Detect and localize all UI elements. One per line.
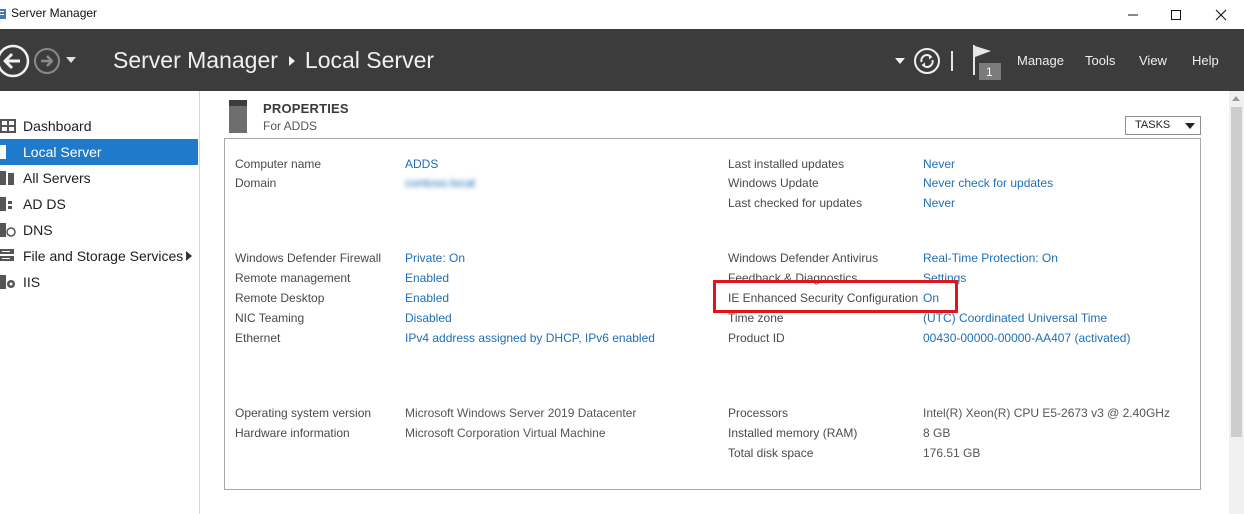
- close-icon: [1215, 9, 1227, 20]
- header-divider: [951, 51, 953, 71]
- menu-help[interactable]: Help: [1192, 53, 1219, 68]
- scrollbar-thumb[interactable]: [1231, 107, 1242, 437]
- sidebar-item-label: Local Server: [23, 144, 102, 160]
- scroll-up-icon[interactable]: [1232, 96, 1240, 101]
- minimize-button[interactable]: [1110, 0, 1156, 29]
- maximize-icon: [1171, 9, 1181, 20]
- breadcrumb-separator-icon: [288, 55, 295, 66]
- breadcrumb-current: Local Server: [304, 47, 435, 73]
- sidebar-item-label: Dashboard: [23, 118, 92, 134]
- local-server-icon: [0, 145, 6, 159]
- ethernet-label: Ethernet: [235, 331, 281, 345]
- hardware-label: Hardware information: [235, 426, 350, 440]
- domain-value[interactable]: contoso.local: [405, 176, 475, 190]
- os-version-label: Operating system version: [235, 406, 372, 420]
- dns-icon: [0, 223, 16, 237]
- firewall-value[interactable]: Private: On: [405, 251, 465, 265]
- remote-desktop-value[interactable]: Enabled: [405, 291, 449, 305]
- last-checked-value[interactable]: Never: [923, 196, 955, 210]
- menu-tools[interactable]: Tools: [1085, 53, 1115, 68]
- sidebar-item-ad-ds[interactable]: AD DS: [0, 191, 198, 217]
- sidebar-item-iis[interactable]: IIS: [0, 269, 198, 295]
- history-dropdown-icon[interactable]: [65, 56, 77, 64]
- sidebar-item-dns[interactable]: DNS: [0, 217, 198, 243]
- maximize-button[interactable]: [1153, 0, 1199, 29]
- domain-label: Domain: [235, 176, 277, 190]
- server-tower-icon: [229, 100, 247, 133]
- sidebar-item-local-server[interactable]: Local Server: [0, 139, 198, 165]
- firewall-label: Windows Defender Firewall: [235, 251, 382, 265]
- computer-name-value[interactable]: ADDS: [405, 157, 438, 171]
- properties-title: PROPERTIES: [263, 101, 349, 116]
- nic-teaming-label: NIC Teaming: [235, 311, 305, 325]
- forward-arrow-icon[interactable]: [33, 47, 61, 75]
- remote-desktop-label: Remote Desktop: [235, 291, 325, 305]
- nic-teaming-value[interactable]: Disabled: [405, 311, 452, 325]
- sidebar-item-label: File and Storage Services: [23, 248, 184, 264]
- dashboard-icon: [0, 119, 16, 133]
- minimize-icon: [1128, 14, 1138, 15]
- disk-space-value: 176.51 GB: [923, 446, 981, 460]
- properties-subtitle: For ADDS: [263, 119, 318, 133]
- disk-space-label: Total disk space: [728, 446, 814, 460]
- memory-label: Installed memory (RAM): [728, 426, 858, 440]
- sidebar: Dashboard Local Server All Servers AD DS…: [0, 91, 200, 514]
- highlight-box: [713, 280, 958, 313]
- menu-manage[interactable]: Manage: [1017, 53, 1064, 68]
- menu-view[interactable]: View: [1139, 53, 1167, 68]
- sidebar-item-file-storage[interactable]: File and Storage Services: [0, 243, 198, 269]
- back-arrow-icon[interactable]: [0, 44, 30, 78]
- ethernet-value[interactable]: IPv4 address assigned by DHCP, IPv6 enab…: [405, 331, 655, 345]
- hardware-value: Microsoft Corporation Virtual Machine: [405, 426, 606, 440]
- last-installed-updates-label: Last installed updates: [728, 157, 845, 171]
- refresh-dropdown-icon[interactable]: [895, 58, 905, 64]
- chevron-down-icon: [1185, 123, 1195, 129]
- breadcrumb-root[interactable]: Server Manager: [113, 47, 278, 74]
- ad-ds-icon: [0, 197, 12, 211]
- computer-name-label: Computer name: [235, 157, 322, 171]
- tasks-label: TASKS: [1135, 119, 1171, 131]
- notification-count: 1: [986, 65, 993, 79]
- all-servers-icon: [0, 171, 14, 185]
- processors-label: Processors: [728, 406, 789, 420]
- tasks-dropdown-button[interactable]: TASKS: [1125, 116, 1201, 135]
- expand-caret-icon[interactable]: [186, 251, 192, 261]
- sidebar-item-label: All Servers: [23, 170, 91, 186]
- refresh-icon[interactable]: [913, 47, 941, 75]
- window-title: Server Manager: [11, 6, 98, 20]
- product-id-label: Product ID: [728, 331, 785, 345]
- last-installed-updates-value[interactable]: Never: [923, 157, 955, 171]
- sidebar-item-label: AD DS: [23, 196, 66, 212]
- processors-value: Intel(R) Xeon(R) CPU E5-2673 v3 @ 2.40GH…: [923, 406, 1170, 420]
- notifications-flag-icon[interactable]: 1: [970, 43, 1004, 81]
- last-checked-label: Last checked for updates: [728, 196, 863, 210]
- time-zone-label: Time zone: [728, 311, 784, 325]
- memory-value: 8 GB: [923, 426, 951, 440]
- windows-update-value[interactable]: Never check for updates: [923, 176, 1053, 190]
- flag-icon: 1: [973, 45, 1001, 80]
- header-bar: Server Manager Local Server 1 Manage Too…: [0, 29, 1244, 91]
- product-id-value[interactable]: 00430-00000-00000-AA407 (activated): [923, 331, 1130, 345]
- close-button[interactable]: [1198, 0, 1244, 29]
- antivirus-value[interactable]: Real-Time Protection: On: [923, 251, 1058, 265]
- time-zone-value[interactable]: (UTC) Coordinated Universal Time: [923, 311, 1107, 325]
- sidebar-item-label: IIS: [23, 274, 41, 290]
- remote-management-label: Remote management: [235, 271, 351, 285]
- breadcrumb: Server Manager Local Server: [113, 47, 434, 74]
- vertical-scrollbar[interactable]: [1229, 91, 1244, 514]
- remote-management-value[interactable]: Enabled: [405, 271, 449, 285]
- iis-icon: [0, 275, 15, 289]
- sidebar-item-dashboard[interactable]: Dashboard: [0, 113, 198, 139]
- windows-update-label: Windows Update: [728, 176, 819, 190]
- antivirus-label: Windows Defender Antivirus: [728, 251, 879, 265]
- sidebar-item-label: DNS: [23, 222, 53, 238]
- title-bar: Server Manager: [0, 0, 1244, 29]
- os-version-value: Microsoft Windows Server 2019 Datacenter: [405, 406, 637, 420]
- server-manager-icon: [0, 9, 6, 19]
- sidebar-item-all-servers[interactable]: All Servers: [0, 165, 198, 191]
- storage-icon: [0, 249, 14, 261]
